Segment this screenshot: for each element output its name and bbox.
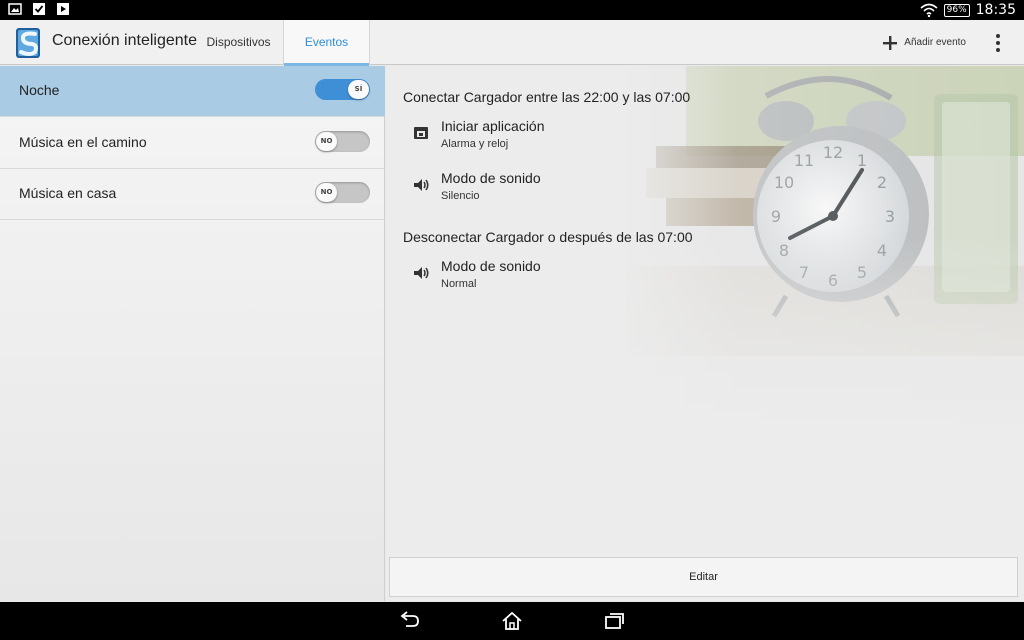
gallery-notification-icon xyxy=(8,3,22,15)
action-subtitle: Normal xyxy=(441,278,477,290)
plus-icon xyxy=(883,35,898,50)
action-title: Modo de sonido xyxy=(441,170,541,186)
video-notification-icon xyxy=(57,3,69,15)
add-event-label: Añadir evento xyxy=(904,37,966,48)
status-time: 18:35 xyxy=(975,2,1016,18)
section-title-disconnect: Desconectar Cargador o después de las 07… xyxy=(403,229,693,245)
event-name: Música en casa xyxy=(19,185,117,201)
action-title: Modo de sonido xyxy=(441,258,541,274)
event-toggle-musica-camino[interactable]: NO xyxy=(315,131,370,152)
app-logo-icon[interactable] xyxy=(12,26,46,60)
event-row-noche[interactable]: Noche SÍ xyxy=(0,66,385,117)
toggle-state-label: NO xyxy=(316,132,337,151)
event-list: Noche SÍ Música en el camino NO Música e… xyxy=(0,66,385,601)
battery-indicator: 96% xyxy=(943,3,970,17)
event-toggle-musica-casa[interactable]: NO xyxy=(315,182,370,203)
back-icon[interactable] xyxy=(398,610,422,632)
action-subtitle: Silencio xyxy=(441,190,480,202)
toggle-state-label: NO xyxy=(316,183,337,202)
action-item-launch-app[interactable]: Iniciar aplicación Alarma y reloj xyxy=(412,118,712,154)
section-title-connect: Conectar Cargador entre las 22:00 y las … xyxy=(403,89,691,105)
app-title: Conexión inteligente xyxy=(52,32,197,49)
tab-dispositivos[interactable]: Dispositivos xyxy=(195,20,282,65)
event-name: Noche xyxy=(19,82,60,98)
home-icon[interactable] xyxy=(500,610,524,632)
task-notification-icon xyxy=(33,3,45,15)
event-name: Música en el camino xyxy=(19,134,147,150)
edit-button[interactable]: Editar xyxy=(389,557,1018,597)
toggle-state-label: SÍ xyxy=(348,80,369,99)
event-detail-panel: 12 1 2 3 4 5 6 7 8 9 10 11 Conectar Carg… xyxy=(386,66,1024,601)
launch-app-icon xyxy=(414,127,428,139)
speaker-icon xyxy=(414,179,429,191)
recent-apps-icon[interactable] xyxy=(602,610,626,632)
action-item-sound-mode-silent[interactable]: Modo de sonido Silencio xyxy=(412,170,712,206)
tab-eventos[interactable]: Eventos xyxy=(283,20,370,66)
navigation-bar xyxy=(0,602,1024,640)
overflow-menu-icon[interactable] xyxy=(990,32,1006,54)
event-row-musica-casa[interactable]: Música en casa NO xyxy=(0,169,385,220)
action-title: Iniciar aplicación xyxy=(441,118,545,134)
action-subtitle: Alarma y reloj xyxy=(441,138,509,150)
event-row-musica-camino[interactable]: Música en el camino NO xyxy=(0,118,385,169)
wifi-icon xyxy=(920,3,938,17)
add-event-button[interactable]: Añadir evento xyxy=(882,20,966,65)
edit-button-label: Editar xyxy=(689,571,718,583)
action-bar: Conexión inteligente Dispositivos Evento… xyxy=(0,20,1024,66)
speaker-icon xyxy=(414,267,429,279)
action-item-sound-mode-normal[interactable]: Modo de sonido Normal xyxy=(412,258,712,294)
event-toggle-noche[interactable]: SÍ xyxy=(315,79,370,100)
status-bar: 96% 18:35 xyxy=(0,0,1024,20)
